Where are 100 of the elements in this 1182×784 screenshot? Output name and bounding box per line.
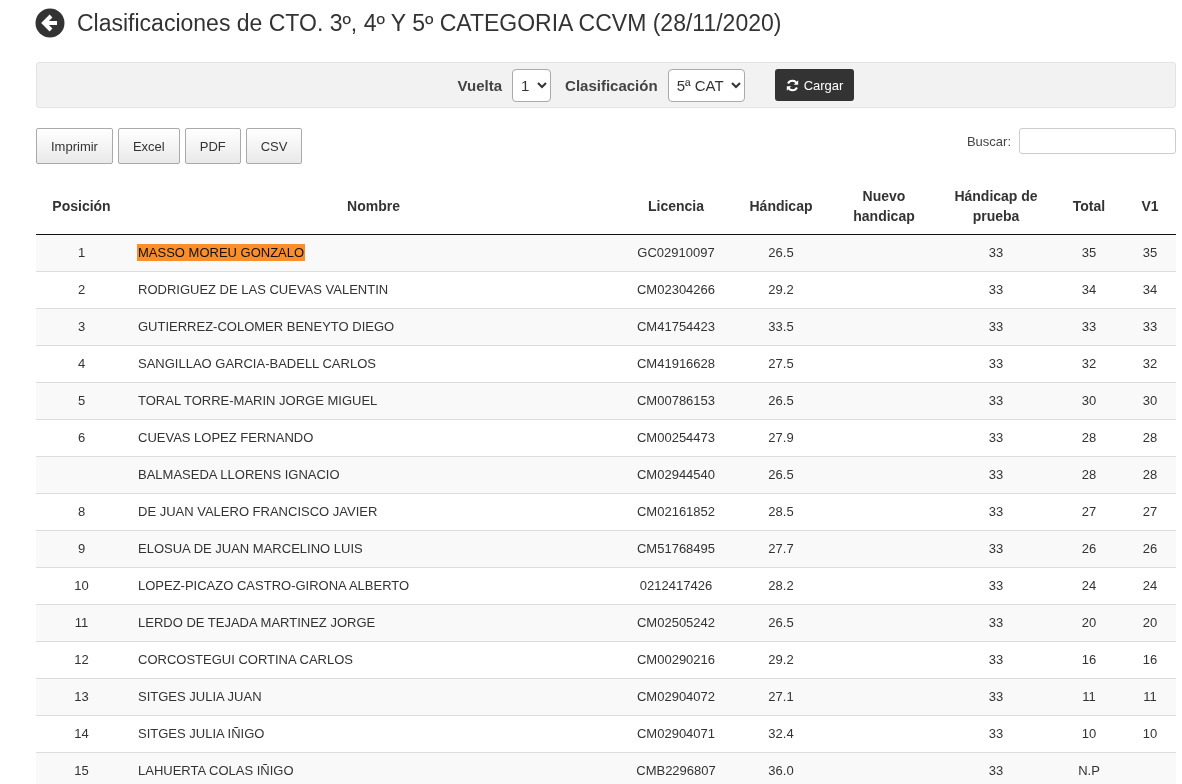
table-cell: 27.5 xyxy=(732,345,830,382)
column-header[interactable]: Total xyxy=(1054,178,1124,234)
table-cell: 34 xyxy=(1054,271,1124,308)
column-header[interactable]: Nuevo handicap xyxy=(830,178,938,234)
table-cell: 5 xyxy=(36,382,127,419)
player-name: TORAL TORRE-MARIN JORGE MIGUEL xyxy=(137,392,379,409)
table-cell: CM02944540 xyxy=(620,456,732,493)
table-cell: 16 xyxy=(1054,641,1124,678)
player-name: CORCOSTEGUI CORTINA CARLOS xyxy=(137,651,354,668)
table-cell: 36.0 xyxy=(732,752,830,784)
player-name: DE JUAN VALERO FRANCISCO JAVIER xyxy=(137,503,379,520)
column-header[interactable]: Hándicap de prueba xyxy=(938,178,1054,234)
table-cell: 30 xyxy=(1054,382,1124,419)
table-cell: 33 xyxy=(938,752,1054,784)
table-cell: 35 xyxy=(1124,234,1176,271)
table-cell: 10 xyxy=(1124,715,1176,752)
table-cell: 4 xyxy=(36,345,127,382)
export-button[interactable]: CSV xyxy=(245,128,303,164)
player-name: GUTIERREZ-COLOMER BENEYTO DIEGO xyxy=(137,318,396,335)
page-title: Clasificaciones de CTO. 3º, 4º Y 5º CATEGORIA CCVM (28/11/2020) xyxy=(77,9,782,37)
table-cell: CM41754423 xyxy=(620,308,732,345)
player-name: SANGILLAO GARCIA-BADELL CARLOS xyxy=(137,355,377,372)
table-cell: 34 xyxy=(1124,271,1176,308)
player-name: LOPEZ-PICAZO CASTRO-GIRONA ALBERTO xyxy=(137,577,411,594)
table-cell: CM00254473 xyxy=(620,419,732,456)
table-cell: 20 xyxy=(1124,604,1176,641)
table-cell: 33 xyxy=(938,382,1054,419)
table-cell: 1 xyxy=(36,234,127,271)
search-field[interactable] xyxy=(1019,128,1176,154)
table-cell: 2 xyxy=(36,271,127,308)
export-button[interactable]: Excel xyxy=(117,128,180,164)
table-cell: 12 xyxy=(36,641,127,678)
column-header[interactable]: Posición xyxy=(36,178,127,234)
table-cell: 32 xyxy=(1124,345,1176,382)
table-cell: 3 xyxy=(36,308,127,345)
table-cell: 35 xyxy=(1054,234,1124,271)
table-cell: CM02904071 xyxy=(620,715,732,752)
table-cell: 14 xyxy=(36,715,127,752)
table-cell: 33 xyxy=(1124,308,1176,345)
table-cell: 8 xyxy=(36,493,127,530)
table-cell: 33.5 xyxy=(732,308,830,345)
filter-label: Vuelta xyxy=(457,76,503,94)
table-cell: 28 xyxy=(1124,456,1176,493)
table-cell: 33 xyxy=(938,308,1054,345)
table-cell: CM02904072 xyxy=(620,678,732,715)
table-cell: 27.9 xyxy=(732,419,830,456)
table-cell: CMB2296807 xyxy=(620,752,732,784)
table-cell: 29.2 xyxy=(732,641,830,678)
search-label: Buscar: xyxy=(966,134,1011,149)
table-cell: 29.2 xyxy=(732,271,830,308)
table-cell: 9 xyxy=(36,530,127,567)
filter-label: Clasificación xyxy=(565,76,658,94)
table-cell: 32.4 xyxy=(732,715,830,752)
table-cell: 24 xyxy=(1054,567,1124,604)
table-cell: 26 xyxy=(1054,530,1124,567)
table-cell: 24 xyxy=(1124,567,1176,604)
table-cell: 33 xyxy=(938,641,1054,678)
table-cell: 32 xyxy=(1054,345,1124,382)
player-name: SITGES JULIA JUAN xyxy=(137,688,263,705)
table-cell: 33 xyxy=(938,678,1054,715)
table-cell: 6 xyxy=(36,419,127,456)
table-cell: CM02304266 xyxy=(620,271,732,308)
table-cell: 33 xyxy=(938,345,1054,382)
table-cell: 10 xyxy=(36,567,127,604)
table-cell: 16 xyxy=(1124,641,1176,678)
table-cell: GC02910097 xyxy=(620,234,732,271)
table-cell: 33 xyxy=(1054,308,1124,345)
table-cell: 33 xyxy=(938,234,1054,271)
table-cell: 33 xyxy=(938,604,1054,641)
column-header[interactable]: Hándicap xyxy=(732,178,830,234)
highlighted-name: MASSO MOREU GONZALO xyxy=(137,244,306,261)
column-header[interactable]: V1 xyxy=(1124,178,1176,234)
export-button[interactable]: Imprimir xyxy=(36,128,113,164)
table-cell: 28 xyxy=(1054,419,1124,456)
filter-select[interactable]: 5ª CAT xyxy=(667,68,745,102)
table-cell: 27 xyxy=(1054,493,1124,530)
export-button[interactable]: PDF xyxy=(184,128,241,164)
table-cell: 0212417426 xyxy=(620,567,732,604)
player-name: LAHUERTA COLAS IÑIGO xyxy=(137,762,295,780)
table-cell: 11 xyxy=(1124,678,1176,715)
table-cell: 28 xyxy=(1054,456,1124,493)
table-cell: 33 xyxy=(938,493,1054,530)
table-cell: N.P xyxy=(1054,752,1124,784)
player-name: LERDO DE TEJADA MARTINEZ JORGE xyxy=(137,614,377,631)
table-cell: 13 xyxy=(36,678,127,715)
refresh-icon xyxy=(785,78,799,92)
load-button[interactable]: Cargar xyxy=(774,69,855,101)
table-cell: 28 xyxy=(1124,419,1176,456)
table-cell: 26.5 xyxy=(732,456,830,493)
column-header[interactable]: Licencia xyxy=(620,178,732,234)
table-cell: 33 xyxy=(938,530,1054,567)
table-cell: 28.5 xyxy=(732,493,830,530)
filter-select[interactable]: 1 xyxy=(512,68,552,102)
column-header[interactable]: Nombre xyxy=(127,178,620,234)
table-cell: 26.5 xyxy=(732,604,830,641)
table-cell: CM51768495 xyxy=(620,530,732,567)
table-cell: CM41916628 xyxy=(620,345,732,382)
player-name: CUEVAS LOPEZ FERNANDO xyxy=(137,429,315,446)
table-cell: 26.5 xyxy=(732,234,830,271)
table-cell: 27.1 xyxy=(732,678,830,715)
